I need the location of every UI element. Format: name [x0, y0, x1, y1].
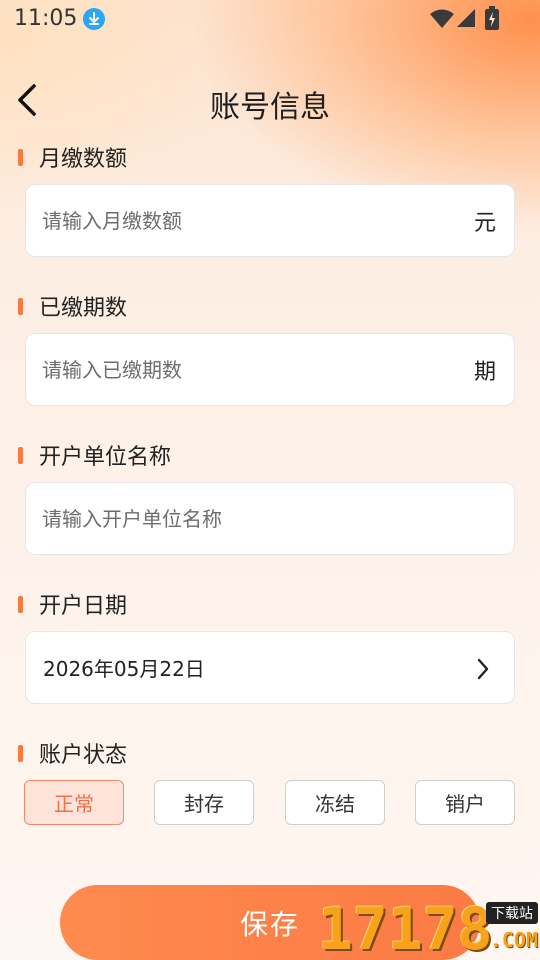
- account-unit-name-label-text: 开户单位名称: [39, 445, 172, 470]
- status-option-sealed[interactable]: 封存: [154, 780, 254, 825]
- account-unit-name-label: 开户单位名称: [18, 440, 171, 470]
- paid-periods-unit: 期: [473, 359, 496, 385]
- label-accent-bar: [18, 744, 23, 762]
- signal-icon: [456, 8, 476, 32]
- status-option-closed[interactable]: 销户: [415, 780, 515, 825]
- paid-periods-label-text: 已缴期数: [39, 296, 128, 321]
- account-unit-name-field: [25, 482, 515, 555]
- monthly-payment-field: 元: [25, 184, 515, 257]
- account-status-label: 账户状态: [18, 738, 127, 768]
- label-accent-bar: [18, 148, 23, 166]
- chevron-right-icon: [477, 658, 489, 680]
- open-date-label-text: 开户日期: [39, 594, 128, 619]
- status-option-normal[interactable]: 正常: [24, 780, 124, 825]
- label-accent-bar: [18, 297, 23, 315]
- wifi-icon: [430, 9, 454, 33]
- open-date-picker[interactable]: 2026年05月22日: [25, 631, 515, 704]
- open-date-value: 2026年05月22日: [43, 657, 205, 681]
- label-accent-bar: [18, 446, 23, 464]
- page-title: 账号信息: [210, 90, 330, 125]
- monthly-payment-unit: 元: [473, 210, 496, 236]
- account-status-options: 正常 封存 冻结 销户: [24, 780, 516, 825]
- header: 账号信息: [0, 70, 540, 130]
- status-option-frozen[interactable]: 冻结: [285, 780, 385, 825]
- monthly-payment-label-text: 月缴数额: [39, 147, 128, 172]
- watermark-suffix: .COM: [489, 928, 538, 952]
- monthly-payment-label: 月缴数额: [18, 142, 127, 172]
- open-date-label: 开户日期: [18, 589, 127, 619]
- status-bar: 11:05: [0, 0, 540, 38]
- paid-periods-input[interactable]: [42, 334, 442, 405]
- watermark-digits: 17178: [318, 895, 493, 960]
- paid-periods-label: 已缴期数: [18, 291, 127, 321]
- download-icon: [83, 8, 105, 30]
- account-unit-name-input[interactable]: [42, 483, 502, 554]
- battery-charging-icon: [485, 6, 499, 34]
- status-time: 11:05: [14, 6, 78, 31]
- watermark-logo: 17178 下载站 .COM: [318, 898, 540, 960]
- paid-periods-field: 期: [25, 333, 515, 406]
- monthly-payment-input[interactable]: [42, 185, 442, 256]
- account-status-label-text: 账户状态: [39, 743, 128, 768]
- watermark-tag: 下载站: [486, 902, 538, 924]
- label-accent-bar: [18, 595, 23, 613]
